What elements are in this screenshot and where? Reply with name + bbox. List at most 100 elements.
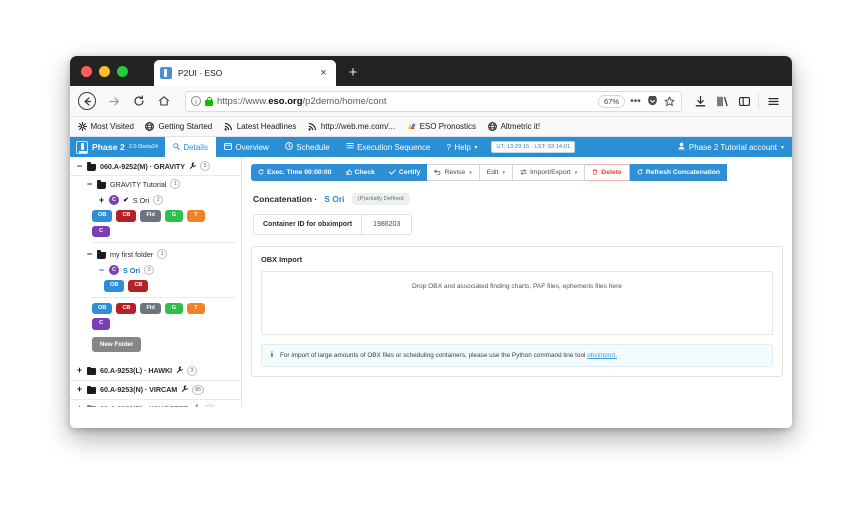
badge-fld[interactable]: Fld — [140, 302, 161, 315]
obx-import-panel: OBX Import Drop OBX and associated findi… — [251, 246, 783, 377]
badge-cb[interactable]: CB — [116, 210, 137, 222]
new-folder-button[interactable]: New Folder — [92, 336, 142, 352]
bookmark-altmetric[interactable]: Altmetric it! — [487, 122, 540, 132]
check-button[interactable]: Check — [338, 164, 382, 181]
gear-icon — [77, 122, 87, 132]
badge-ob[interactable]: OB — [92, 302, 113, 315]
home-button[interactable] — [153, 91, 174, 112]
exec-time-button[interactable]: Exec. Time 00:00:00 — [251, 164, 339, 181]
tab-label: Help — [454, 142, 471, 152]
badge-group-2: OB CB — [70, 278, 220, 294]
revise-button[interactable]: Revise ▾ — [427, 164, 480, 181]
badge-g[interactable]: G — [164, 302, 183, 315]
app-body: − 060.A-9252(M) · GRAVITY 3 − GRAVITY Tu… — [70, 157, 792, 407]
reload-button[interactable] — [128, 91, 149, 112]
address-bar[interactable]: i https://www.eso.org/p2demo/home/cont 6… — [185, 90, 682, 112]
bookmark-latest-headlines[interactable]: Latest Headlines — [223, 122, 296, 132]
certify-button[interactable]: Certify — [381, 164, 428, 181]
concatenation-icon: C — [109, 195, 119, 205]
dropzone-text: Drop OBX and associated finding charts, … — [412, 283, 622, 290]
tab-execution-sequence[interactable]: Execution Sequence — [338, 137, 439, 157]
badge-c[interactable]: C — [92, 318, 110, 330]
lock-icon — [205, 96, 213, 106]
tree-expander-icon[interactable]: − — [86, 249, 93, 259]
badge-t[interactable]: T — [186, 210, 205, 222]
tab-help[interactable]: ? Help ▾ — [438, 137, 485, 157]
project-row-xshooter[interactable]: + 60.A-9253(P) · XSHOOTER 12 — [70, 400, 241, 407]
wrench-icon[interactable] — [193, 404, 200, 407]
project-row-gravity[interactable]: − 060.A-9252(M) · GRAVITY 3 — [70, 157, 241, 176]
bookmark-getting-started[interactable]: Getting Started — [145, 122, 212, 132]
forward-button[interactable] — [103, 91, 124, 112]
project-tree-sidebar[interactable]: − 060.A-9252(M) · GRAVITY 3 − GRAVITY Tu… — [70, 157, 242, 407]
bookmark-most-visited[interactable]: Most Visited — [77, 122, 134, 132]
bookmark-web-me-com[interactable]: http://web.me.com/... — [307, 122, 395, 132]
concatenation-name-link[interactable]: S Ori — [324, 194, 344, 204]
badge-c[interactable]: C — [92, 225, 110, 238]
badge-ob[interactable]: OB — [104, 280, 125, 292]
tree-expander-icon[interactable]: + — [76, 404, 83, 407]
refresh-icon — [637, 168, 643, 177]
project-row-vircam[interactable]: + 60.A-9253(N) · VIRCAM 85 — [70, 381, 241, 400]
project-row-hawki[interactable]: + 60.A-9253(L) · HAWKI 3 — [70, 362, 241, 381]
tree-node-my-first-folder[interactable]: − my first folder 1 — [70, 246, 241, 262]
page-actions-icon[interactable]: ••• — [629, 96, 642, 107]
zoom-level-indicator[interactable]: 67% — [597, 94, 625, 108]
tree-node-s-ori-1[interactable]: + C ✔ S Ori 2 — [70, 192, 241, 208]
tree-node-label: S Ori — [132, 195, 150, 205]
tree-expander-icon[interactable]: − — [98, 265, 105, 275]
bookmark-eso-pronostics[interactable]: ESO Pronostics — [406, 122, 476, 132]
concatenation-icon: C — [109, 265, 119, 276]
tab-schedule[interactable]: Schedule — [277, 137, 338, 157]
account-menu[interactable]: Phase 2 Tutorial account ▾ — [670, 137, 792, 157]
wrench-icon[interactable] — [181, 385, 189, 394]
bookmark-star-icon[interactable] — [663, 96, 676, 107]
browser-tab[interactable]: P2UI · ESO × — [154, 60, 336, 86]
badge-cb[interactable]: CB — [116, 302, 137, 315]
wrench-icon[interactable] — [189, 161, 197, 171]
back-button[interactable] — [78, 92, 96, 110]
tab-overview[interactable]: Overview — [216, 137, 277, 157]
badge-cb[interactable]: CB — [128, 280, 149, 292]
obx-dropzone[interactable]: Drop OBX and associated finding charts, … — [261, 271, 773, 335]
close-window-button[interactable] — [81, 66, 92, 77]
tree-expander-icon[interactable]: + — [76, 366, 83, 375]
tab-label: Execution Sequence — [357, 142, 431, 152]
badge-t[interactable]: T — [186, 302, 205, 315]
tree-expander-icon[interactable]: + — [76, 385, 83, 394]
close-tab-icon[interactable]: × — [317, 67, 330, 80]
window-controls[interactable] — [81, 66, 128, 77]
clock-icon — [284, 142, 293, 152]
project-name: 060.A-9252(M) · GRAVITY — [100, 161, 185, 171]
library-icon[interactable] — [711, 90, 733, 112]
wrench-icon[interactable] — [176, 366, 184, 375]
maximize-window-button[interactable] — [117, 66, 128, 77]
sidebar-icon[interactable] — [733, 90, 755, 112]
pocket-icon[interactable] — [646, 95, 659, 107]
menu-icon[interactable] — [762, 90, 784, 112]
tree-node-count-badge: 2 — [153, 195, 164, 205]
transfer-icon — [520, 168, 527, 177]
badge-g[interactable]: G — [164, 210, 183, 222]
tree-node-s-ori-2[interactable]: − C S Ori 0 — [70, 262, 241, 278]
tree-expander-icon[interactable]: − — [86, 179, 93, 189]
tree-expander-icon[interactable]: + — [98, 195, 105, 205]
page-info-icon[interactable]: i — [191, 96, 201, 106]
minimize-window-button[interactable] — [99, 66, 110, 77]
certify-label: Certify — [398, 169, 421, 176]
trash-icon — [592, 168, 598, 177]
tab-details[interactable]: Details — [164, 137, 216, 157]
badge-fld[interactable]: Fld — [140, 210, 161, 222]
delete-button[interactable]: Delete — [585, 164, 630, 181]
new-tab-button[interactable]: + — [344, 64, 362, 82]
refresh-concatenation-button[interactable]: Refresh Concatenation — [629, 164, 728, 181]
project-name: 60.A-9253(L) · HAWKI — [100, 366, 173, 376]
obximport-link[interactable]: obximport. — [587, 352, 617, 359]
badge-ob[interactable]: OB — [92, 210, 113, 222]
import-export-button[interactable]: Import/Export ▾ — [512, 164, 586, 181]
tree-node-gravity-tutorial[interactable]: − GRAVITY Tutorial 1 — [70, 176, 241, 192]
edit-button[interactable]: Edit ▾ — [479, 164, 513, 181]
project-count-badge: 3 — [200, 161, 210, 171]
tree-expander-icon[interactable]: − — [76, 161, 83, 171]
download-icon[interactable] — [689, 90, 711, 112]
